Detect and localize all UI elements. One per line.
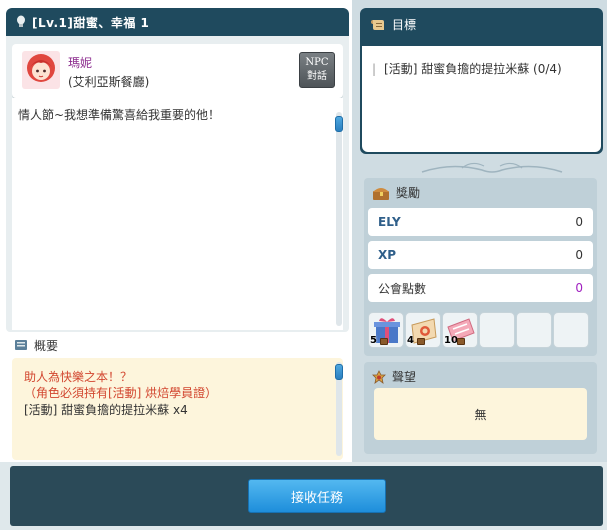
lightbulb-icon [17,15,25,27]
summary-header: 概要 [6,334,349,356]
reward-ely-label: ELY [378,215,401,229]
summary-scroll-thumb[interactable] [335,364,343,380]
reward-item-slot[interactable]: 10 [442,312,478,348]
summary-scrollbar[interactable] [335,362,343,456]
reward-header: 獎勵 [372,184,420,201]
reward-item-qty: 10 [444,335,458,346]
goal-item: | [活動] 甜蜜負擔的提拉米蘇 (0/4) [372,60,562,77]
reward-row-xp: XP 0 [368,241,593,269]
quest-title: [Lv.1]甜蜜、幸福 1 [32,15,150,30]
fame-header: 聲望 [372,368,416,385]
reward-row-guild-points: 公會點數 0 [368,274,593,302]
summary-line-3: [活動] 甜蜜負擔的提拉米蘇 x4 [24,403,188,417]
accept-quest-button[interactable]: 接收任務 [248,479,386,513]
reward-item-qty: 4 [407,335,414,346]
goal-title: 目標 [392,18,417,32]
bound-lock-icon [417,338,425,345]
bound-lock-icon [380,338,388,345]
reward-xp-label: XP [378,248,397,262]
quest-detail-column: [Lv.1]甜蜜、幸福 1 瑪妮 (艾利亞斯餐廳) NPC 對話 情人節~我想準… [0,0,352,462]
reward-ely-value: 0 [575,215,583,229]
reward-item-qty: 5 [370,335,377,346]
reward-item-slot-empty [516,312,552,348]
reward-item-slot[interactable]: 5 [368,312,404,348]
summary-panel: 助人為快樂之本！？ （角色必須持有[活動] 烘焙學員證） [活動] 甜蜜負擔的提… [12,358,343,460]
npc-location: (艾利亞斯餐廳) [68,75,150,89]
fame-panel: 聲望 無 [364,362,597,454]
dialog-text-area: 情人節~我想準備驚喜給我重要的他！ [12,98,343,330]
reward-item-slots: 5 4 10 [368,312,593,348]
quest-side-column: 目標 | [活動] 甜蜜負擔的提拉米蘇 (0/4) 獎勵 ELY 0 XP 0 … [352,0,607,462]
reward-guild-points-label: 公會點數 [378,281,427,296]
npc-name: 瑪妮 [68,56,93,70]
bound-lock-icon [457,338,465,345]
summary-title: 概要 [34,338,59,353]
ornament-divider [421,162,563,173]
npc-card: 瑪妮 (艾利亞斯餐廳) NPC 對話 [12,44,343,98]
summary-line-2: （角色必須持有[活動] 烘焙學員證） [24,386,218,400]
reward-row-ely: ELY 0 [368,208,593,236]
reward-title: 獎勵 [396,186,421,200]
treasure-chest-icon [373,187,389,200]
goal-panel: 目標 | [活動] 甜蜜負擔的提拉米蘇 (0/4) [360,8,603,154]
fame-title: 聲望 [392,370,417,384]
npc-dialog-text: 情人節~我想準備驚喜給我重要的他！ [18,108,221,122]
npc-talk-button[interactable]: NPC 對話 [299,52,335,88]
quest-title-bar: [Lv.1]甜蜜、幸福 1 [6,8,349,36]
goal-item-text: [活動] 甜蜜負擔的提拉米蘇 (0/4) [384,62,562,76]
reward-guild-points-value: 0 [575,281,583,295]
quest-window: [Lv.1]甜蜜、幸福 1 瑪妮 (艾利亞斯餐廳) NPC 對話 情人節~我想準… [0,0,607,530]
summary-book-icon [15,340,27,350]
fame-medal-icon [372,369,386,384]
dialog-scroll-thumb[interactable] [335,116,343,132]
dialog-scrollbar[interactable] [335,112,343,326]
reward-item-slot-empty [479,312,515,348]
fame-value-box: 無 [374,388,587,440]
reward-item-slot[interactable]: 4 [405,312,441,348]
summary-line-1: 助人為快樂之本！？ [24,370,133,384]
action-bar: 接收任務 [10,466,603,526]
reward-panel: 獎勵 ELY 0 XP 0 公會點數 0 5 4 10 [364,178,597,356]
reward-item-slot-empty [553,312,589,348]
goal-header: 目標 [370,16,416,33]
goal-scroll-icon [371,19,384,30]
npc-talk-label-line2: 對話 [307,71,327,82]
fame-value: 無 [474,407,487,422]
npc-avatar [22,51,60,89]
goal-list: | [活動] 甜蜜負擔的提拉米蘇 (0/4) [362,46,601,152]
goal-item-marker: | [372,62,377,76]
reward-xp-value: 0 [575,248,583,262]
npc-talk-label-line1: NPC [305,57,329,68]
